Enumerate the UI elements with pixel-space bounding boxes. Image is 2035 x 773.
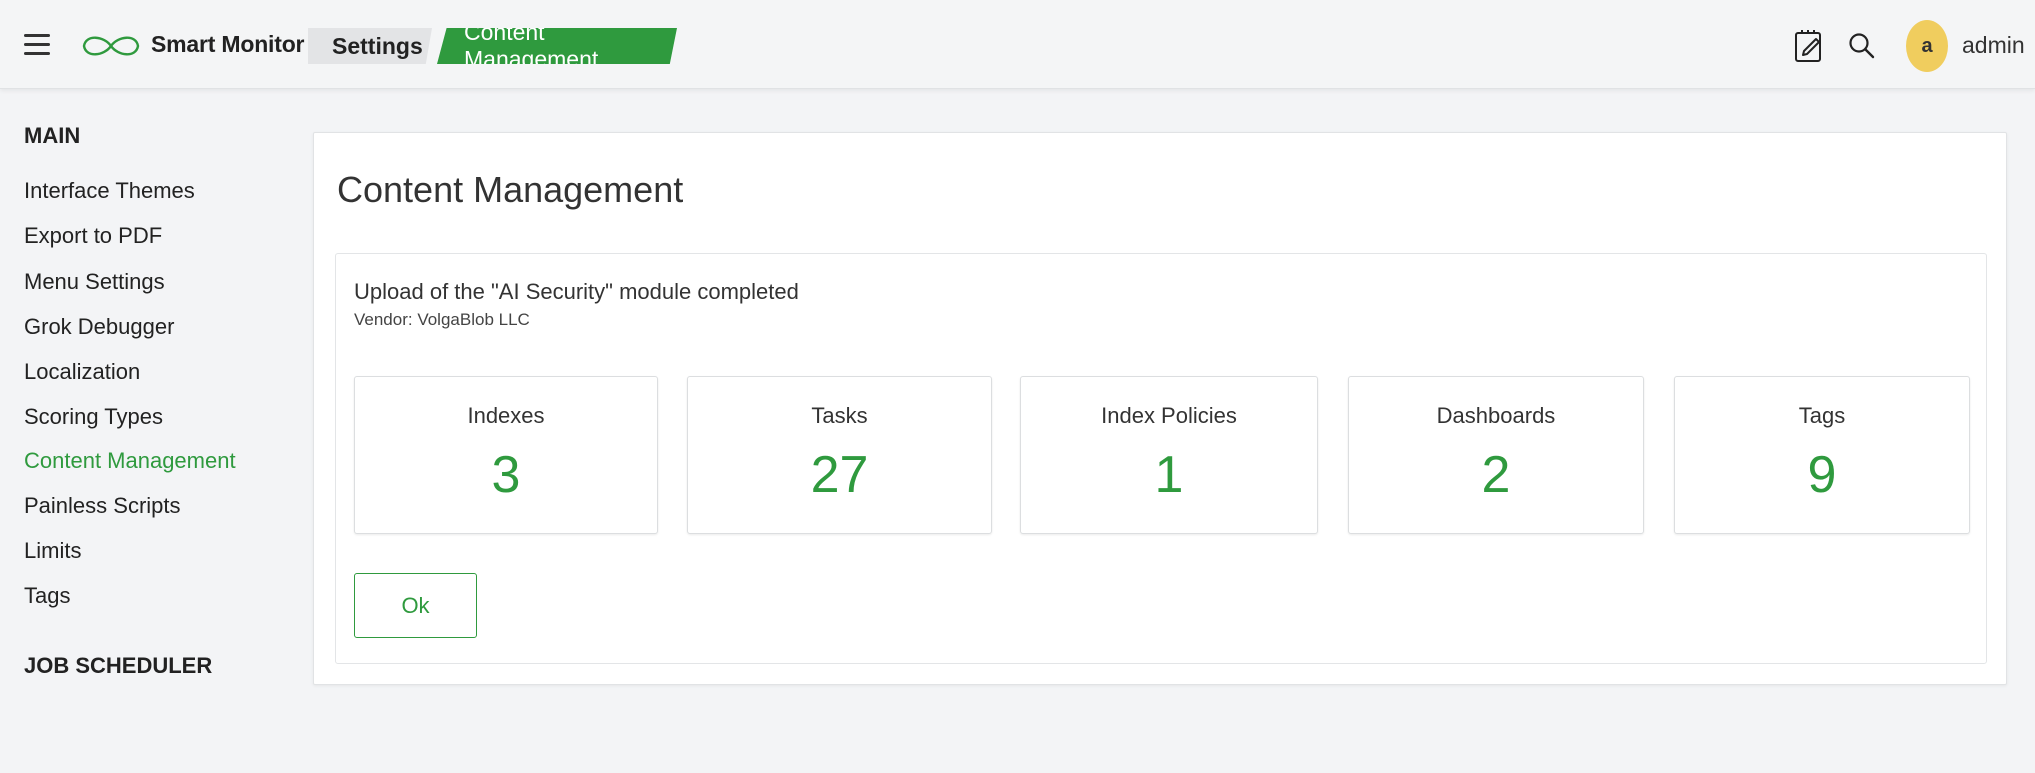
content-panel: Content Management Upload of the "AI Sec… xyxy=(313,132,2007,685)
sidebar-item-grok-debugger[interactable]: Grok Debugger xyxy=(24,314,174,340)
sidebar-section-job-scheduler[interactable]: JOB SCHEDULER xyxy=(24,653,212,679)
stat-card-dashboards: Dashboards 2 xyxy=(1348,376,1644,534)
sidebar-section-main: MAIN xyxy=(24,123,81,148)
stat-card-indexes: Indexes 3 xyxy=(354,376,658,534)
sidebar-item-export-to-pdf[interactable]: Export to PDF xyxy=(24,223,162,249)
sidebar-item-localization[interactable]: Localization xyxy=(24,359,140,385)
page-title: Content Management xyxy=(337,169,684,210)
stat-card-tasks: Tasks 27 xyxy=(687,376,992,534)
stat-value: 1 xyxy=(1154,446,1184,504)
stat-value: 27 xyxy=(810,446,869,504)
sidebar-item-interface-themes[interactable]: Interface Themes xyxy=(24,178,195,204)
stat-value: 2 xyxy=(1481,446,1511,504)
upload-message: Upload of the "AI Security" module compl… xyxy=(354,279,799,304)
stat-card-tags: Tags 9 xyxy=(1674,376,1970,534)
sidebar-item-tags[interactable]: Tags xyxy=(24,583,70,609)
infinity-logo-icon xyxy=(82,36,140,56)
sidebar-item-content-management[interactable]: Content Management xyxy=(24,448,236,474)
menu-icon[interactable] xyxy=(24,34,50,56)
sidebar-item-menu-settings[interactable]: Menu Settings xyxy=(24,269,165,295)
stat-value: 9 xyxy=(1807,446,1837,504)
avatar[interactable]: a xyxy=(1906,20,1948,72)
brand-name: Smart Monitor xyxy=(151,31,305,57)
stat-label: Tags xyxy=(1798,403,1846,428)
breadcrumb-current[interactable]: Content Management xyxy=(437,28,677,64)
top-header: Smart Monitor Settings Content Managemen… xyxy=(0,0,2035,89)
ok-button[interactable]: Ok xyxy=(354,573,477,638)
vendor-text: Vendor: VolgaBlob LLC xyxy=(354,310,530,329)
sidebar-item-limits[interactable]: Limits xyxy=(24,538,81,564)
stat-label: Dashboards xyxy=(1436,403,1556,428)
stat-label: Index Policies xyxy=(1101,403,1237,428)
stat-value: 3 xyxy=(491,446,521,504)
sidebar-item-scoring-types[interactable]: Scoring Types xyxy=(24,404,163,430)
stat-card-index-policies: Index Policies 1 xyxy=(1020,376,1318,534)
username[interactable]: admin xyxy=(1962,32,2025,59)
stat-label: Tasks xyxy=(811,403,868,428)
notes-icon[interactable] xyxy=(1794,29,1824,63)
sidebar: MAIN Interface Themes Export to PDF Menu… xyxy=(0,89,300,773)
sidebar-item-painless-scripts[interactable]: Painless Scripts xyxy=(24,493,181,519)
search-icon[interactable] xyxy=(1848,32,1876,60)
breadcrumb-settings[interactable]: Settings xyxy=(308,28,432,64)
stat-label: Indexes xyxy=(467,403,545,428)
upload-result-card: Upload of the "AI Security" module compl… xyxy=(335,253,1987,664)
